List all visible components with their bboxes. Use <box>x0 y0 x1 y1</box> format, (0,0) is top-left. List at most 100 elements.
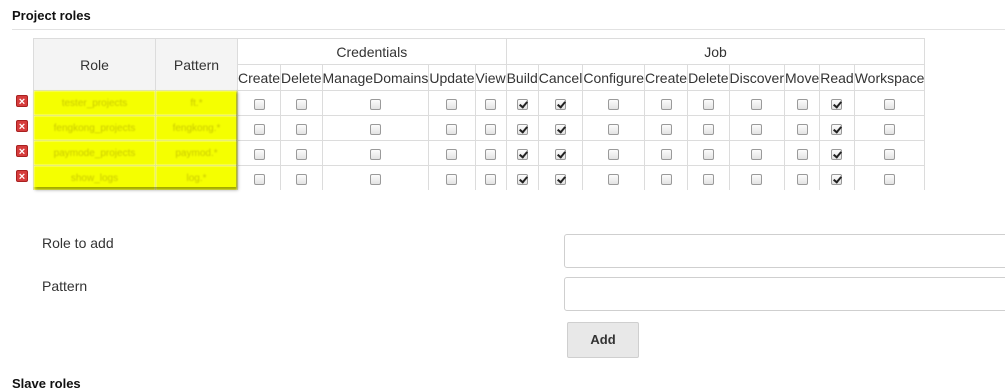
permission-checkbox[interactable] <box>751 98 763 110</box>
permission-cell <box>505 90 539 116</box>
permission-cell <box>505 115 539 141</box>
permission-checkbox[interactable] <box>485 98 497 110</box>
permission-checkbox[interactable] <box>796 123 808 135</box>
permission-cell <box>537 90 584 116</box>
permission-checkbox[interactable] <box>660 98 672 110</box>
permission-checkbox[interactable] <box>831 98 843 110</box>
permission-checkbox[interactable] <box>446 148 458 160</box>
permission-checkbox[interactable] <box>884 123 896 135</box>
permission-checkbox[interactable] <box>751 148 763 160</box>
permission-checkbox[interactable] <box>253 148 265 160</box>
permission-cell <box>783 115 821 141</box>
permission-cell <box>280 165 323 190</box>
permission-cell <box>280 90 323 116</box>
permission-checkbox[interactable] <box>831 173 843 185</box>
permission-checkbox[interactable] <box>608 123 620 135</box>
permission-checkbox[interactable] <box>295 123 307 135</box>
add-button[interactable]: Add <box>567 322 639 358</box>
permission-checkbox[interactable] <box>369 173 381 185</box>
permission-cell <box>428 140 476 166</box>
perm-header-credentials-update: Update <box>428 64 476 91</box>
permission-checkbox[interactable] <box>751 173 763 185</box>
permission-checkbox[interactable] <box>751 123 763 135</box>
permission-cell <box>819 140 855 166</box>
perm-header-credentials-delete: Delete <box>280 64 323 91</box>
permission-checkbox[interactable] <box>796 148 808 160</box>
permission-checkbox[interactable] <box>369 98 381 110</box>
permission-checkbox[interactable] <box>660 123 672 135</box>
permission-checkbox[interactable] <box>660 148 672 160</box>
role-pattern-cell: fengkong.* <box>155 115 238 141</box>
remove-role-icon[interactable]: × <box>16 170 28 183</box>
permission-checkbox[interactable] <box>516 98 528 110</box>
permission-checkbox[interactable] <box>702 98 714 110</box>
permission-checkbox[interactable] <box>485 123 497 135</box>
permission-checkbox[interactable] <box>446 173 458 185</box>
pattern-input[interactable] <box>564 277 1005 311</box>
role-pattern-cell: ft.* <box>155 90 238 116</box>
group-header-row: Role Pattern Credentials Job <box>33 38 926 91</box>
permission-checkbox[interactable] <box>295 98 307 110</box>
section-title-project-roles: Project roles <box>12 8 91 23</box>
permission-checkbox[interactable] <box>555 98 567 110</box>
section-title-slave-roles: Slave roles <box>12 376 81 391</box>
permission-checkbox[interactable] <box>884 173 896 185</box>
permission-checkbox[interactable] <box>884 148 896 160</box>
permission-checkbox[interactable] <box>608 173 620 185</box>
perm-header-credentials-managedomains: ManageDomains <box>321 64 430 91</box>
remove-role-icon[interactable]: × <box>16 120 28 133</box>
permission-checkbox[interactable] <box>884 98 896 110</box>
role-to-add-input[interactable] <box>564 234 1005 268</box>
permission-checkbox[interactable] <box>516 123 528 135</box>
permission-checkbox[interactable] <box>446 98 458 110</box>
pattern-label: Pattern <box>42 278 88 294</box>
permission-checkbox[interactable] <box>608 148 620 160</box>
perm-header-credentials-create: Create <box>236 64 282 91</box>
permission-checkbox[interactable] <box>485 173 497 185</box>
permission-checkbox[interactable] <box>555 148 567 160</box>
remove-role-icon[interactable]: × <box>16 95 28 108</box>
permission-checkbox[interactable] <box>485 148 497 160</box>
role-name-cell: paymode_projects <box>33 140 156 166</box>
permission-checkbox[interactable] <box>831 148 843 160</box>
permission-cell <box>537 165 584 190</box>
permission-checkbox[interactable] <box>796 98 808 110</box>
permission-checkbox[interactable] <box>253 173 265 185</box>
permission-checkbox[interactable] <box>253 98 265 110</box>
permission-checkbox[interactable] <box>702 123 714 135</box>
permission-checkbox[interactable] <box>369 123 381 135</box>
permission-checkbox[interactable] <box>516 173 528 185</box>
remove-role-icon[interactable]: × <box>16 145 28 158</box>
role-name-cell: tester_projects <box>33 90 156 116</box>
permission-cell <box>236 165 282 190</box>
perm-header-job-delete: Delete <box>687 64 730 91</box>
permission-checkbox[interactable] <box>555 123 567 135</box>
permission-checkbox[interactable] <box>702 173 714 185</box>
role-to-add-label: Role to add <box>42 235 114 251</box>
permission-cell <box>582 140 646 166</box>
permission-cell <box>474 165 507 190</box>
permission-checkbox[interactable] <box>660 173 672 185</box>
role-row: tester_projects ft.* <box>33 90 926 116</box>
permission-checkbox[interactable] <box>702 148 714 160</box>
permission-checkbox[interactable] <box>295 173 307 185</box>
permission-checkbox[interactable] <box>369 148 381 160</box>
permission-cell <box>236 140 282 166</box>
permission-cell <box>321 115 430 141</box>
permission-checkbox[interactable] <box>516 148 528 160</box>
permission-cell <box>428 165 476 190</box>
permission-checkbox[interactable] <box>796 173 808 185</box>
permission-checkbox[interactable] <box>608 98 620 110</box>
permission-cell <box>280 115 323 141</box>
permission-checkbox[interactable] <box>555 173 567 185</box>
permission-checkbox[interactable] <box>831 123 843 135</box>
role-name-cell: show_logs <box>33 165 156 190</box>
permission-cell <box>582 115 646 141</box>
permission-cell <box>644 140 689 166</box>
roles-table-body: tester_projects ft.* fengkong_projects feng… <box>33 90 926 190</box>
role-pattern-cell: paymod.* <box>155 140 238 166</box>
permission-checkbox[interactable] <box>295 148 307 160</box>
permission-checkbox[interactable] <box>446 123 458 135</box>
permission-checkbox[interactable] <box>253 123 265 135</box>
permission-cell <box>783 165 821 190</box>
